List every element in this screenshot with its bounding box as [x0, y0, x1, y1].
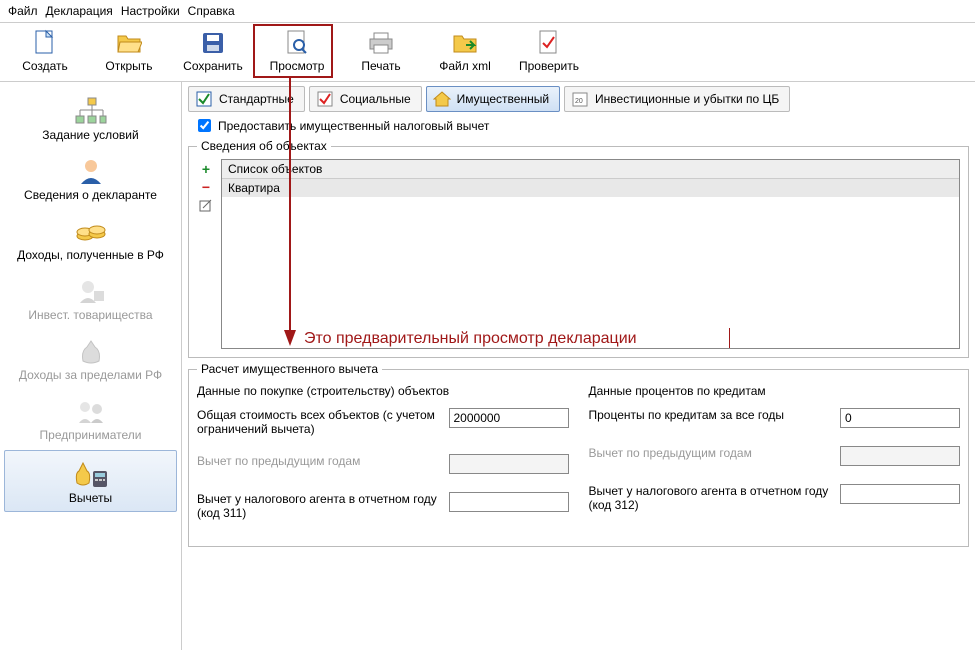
filexml-button[interactable]: Файл xml — [424, 27, 506, 75]
edit-object-button[interactable] — [197, 197, 215, 213]
sidebar-item-income-abroad: Доходы за пределами РФ — [0, 328, 181, 388]
folder-open-icon — [115, 29, 143, 57]
person-icon — [73, 154, 109, 188]
preview-button[interactable]: Просмотр — [256, 27, 338, 75]
check-icon — [535, 29, 563, 57]
objects-legend: Сведения об объектах — [197, 139, 331, 153]
total-cost-input[interactable] — [449, 408, 569, 428]
checkbox-icon — [195, 90, 213, 108]
tree-icon — [73, 94, 109, 128]
objects-list-header: Список объектов — [222, 160, 959, 179]
tab-property[interactable]: Имущественный — [426, 86, 560, 112]
check-button[interactable]: Проверить — [508, 27, 590, 75]
deductions-icon — [73, 457, 109, 491]
remove-object-button[interactable]: − — [197, 179, 215, 195]
add-object-button[interactable]: + — [197, 161, 215, 177]
sidebar-item-income-rf[interactable]: Доходы, полученные в РФ — [0, 208, 181, 268]
prev-years-interest-label: Вычет по предыдущим годам — [589, 446, 841, 460]
save-icon — [199, 29, 227, 57]
menu-declaration[interactable]: Декларация — [46, 4, 113, 18]
sidebar-item-invest: Инвест. товарищества — [0, 268, 181, 328]
total-cost-label: Общая стоимость всех объектов (с учетом … — [197, 408, 449, 436]
interest-label: Проценты по кредитам за все годы — [589, 408, 841, 422]
provide-deduction-label: Предоставить имущественный налоговый выч… — [218, 119, 489, 133]
interest-data-title: Данные процентов по кредитам — [589, 384, 961, 398]
deduction-tabs: Стандартные Социальные Имущественный 20 … — [188, 86, 969, 112]
sidebar-item-conditions[interactable]: Задание условий — [0, 88, 181, 148]
agent-311-label: Вычет у налогового агента в отчетном год… — [197, 492, 449, 520]
money-bag-icon — [73, 334, 109, 368]
save-button[interactable]: Сохранить — [172, 27, 254, 75]
prev-years-purchase-input — [449, 454, 569, 474]
prev-years-purchase-label: Вычет по предыдущим годам — [197, 454, 449, 468]
create-button[interactable]: Создать — [4, 27, 86, 75]
sidebar-item-declarant[interactable]: Сведения о декларанте — [0, 148, 181, 208]
print-button[interactable]: Печать — [340, 27, 422, 75]
entrepreneurs-icon — [73, 394, 109, 428]
open-button[interactable]: Открыть — [88, 27, 170, 75]
svg-text:20: 20 — [575, 98, 583, 105]
menu-bar: Файл Декларация Настройки Справка — [0, 0, 975, 23]
interest-input[interactable] — [840, 408, 960, 428]
provide-deduction-checkbox[interactable] — [198, 119, 211, 132]
agent-311-input[interactable] — [449, 492, 569, 512]
print-icon — [367, 29, 395, 57]
agent-312-label: Вычет у налогового агента в отчетном год… — [589, 484, 841, 512]
sidebar-item-deductions[interactable]: Вычеты — [4, 450, 177, 512]
sidebar: Задание условий Сведения о декларанте До… — [0, 82, 182, 650]
objects-list[interactable]: Список объектов Квартира — [221, 159, 960, 349]
checkbox-red-icon — [316, 90, 334, 108]
objects-fieldset: Сведения об объектах + − Список объектов… — [188, 139, 969, 358]
annotation-cursor — [729, 328, 730, 348]
prev-years-interest-input — [840, 446, 960, 466]
tab-social[interactable]: Социальные — [309, 86, 422, 112]
calc-legend: Расчет имущественного вычета — [197, 362, 382, 376]
menu-help[interactable]: Справка — [188, 4, 235, 18]
purchase-data-title: Данные по покупке (строительству) объект… — [197, 384, 569, 398]
coins-icon — [73, 214, 109, 248]
calendar-icon: 20 — [571, 90, 589, 108]
preview-icon — [283, 29, 311, 57]
menu-settings[interactable]: Настройки — [121, 4, 180, 18]
list-item[interactable]: Квартира — [222, 179, 959, 197]
toolbar: Создать Открыть Сохранить Просмотр Печат… — [0, 23, 975, 82]
provide-deduction-row: Предоставить имущественный налоговый выч… — [194, 116, 969, 135]
invest-icon — [73, 274, 109, 308]
export-xml-icon — [451, 29, 479, 57]
content: Стандартные Социальные Имущественный 20 … — [182, 82, 975, 650]
tab-invest-losses[interactable]: 20 Инвестиционные и убытки по ЦБ — [564, 86, 790, 112]
agent-312-input[interactable] — [840, 484, 960, 504]
calc-fieldset: Расчет имущественного вычета Данные по п… — [188, 362, 969, 547]
house-icon — [433, 90, 451, 108]
menu-file[interactable]: Файл — [8, 4, 38, 18]
tab-standard[interactable]: Стандартные — [188, 86, 305, 112]
sidebar-item-entrepreneurs: Предприниматели — [0, 388, 181, 448]
new-file-icon — [31, 29, 59, 57]
